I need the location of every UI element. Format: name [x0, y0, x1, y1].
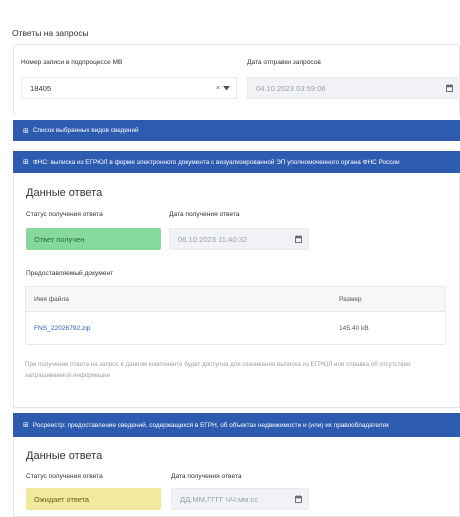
fns-status-badge: Ответ получен [26, 228, 161, 250]
fns-date-field[interactable]: 06.10.2023 11:40:32 [169, 228, 309, 250]
selected-types-bar[interactable]: ⊞ Список выбранных видов сведений [13, 120, 460, 141]
rosreestr-status-value: Ожидает ответа [34, 494, 89, 504]
document-table: Имя файла Размер FNS_22026792.zip 145.40… [25, 286, 446, 345]
calendar-icon[interactable] [446, 78, 453, 98]
send-date-value: 04.10.2023 03:59:06 [256, 83, 326, 93]
chevron-down-icon[interactable] [223, 85, 230, 91]
expand-icon: ⊞ [23, 159, 29, 166]
expand-icon: ⊞ [23, 127, 29, 135]
calendar-icon[interactable] [295, 229, 302, 249]
fns-date-value: 06.10.2023 11:40:32 [178, 234, 248, 244]
fns-status-value: Ответ получен [34, 234, 85, 244]
rosreestr-date-field[interactable]: ДД.ММ.ГГГГ ЧЧ:мм:сс [171, 488, 309, 510]
record-number-select[interactable]: 18405 × [21, 77, 237, 99]
file-link[interactable]: FNS_22026792.zip [34, 312, 90, 344]
column-size: Размер [339, 295, 362, 303]
document-table-header: Имя файла Размер [26, 287, 445, 312]
record-number-label: Номер записи в подпроцессе МВ [21, 59, 123, 66]
page-title: Ответы на запросы [12, 28, 89, 38]
rosreestr-status-badge: Ожидает ответа [26, 488, 161, 510]
calendar-icon[interactable] [295, 489, 302, 509]
send-date-label: Дата отправки запросов [247, 59, 321, 66]
rosreestr-section-label: Росреестр: предоставление сведений, соде… [32, 421, 390, 429]
send-date-field[interactable]: 04.10.2023 03:59:06 [247, 77, 460, 99]
table-row: FNS_22026792.zip 145.40 kB [26, 312, 445, 344]
fns-response-title: Данные ответа [26, 187, 103, 199]
record-number-value: 18405 [30, 83, 52, 93]
file-size: 145.40 kB [339, 324, 369, 332]
fns-section-label: ФНС: выписка из ЕГРЮЛ в форме электронно… [32, 158, 400, 166]
request-header-card: Номер записи в подпроцессе МВ 18405 × Да… [13, 44, 460, 116]
fns-date-label: Дата получения ответа [169, 211, 240, 218]
column-file-name: Имя файла [34, 295, 69, 303]
rosreestr-status-label: Статус получения ответа [26, 473, 103, 480]
fns-doc-label: Предоставляемый документ [26, 270, 114, 277]
rosreestr-section-bar[interactable]: ⊞ Росреестр: предоставление сведений, со… [13, 413, 460, 437]
fns-status-label: Статус получения ответа [26, 211, 103, 218]
clear-icon[interactable]: × [216, 85, 220, 92]
rosreestr-response-panel: Данные ответа Статус получения ответа Ож… [13, 437, 460, 517]
rosreestr-date-placeholder: ДД.ММ.ГГГГ ЧЧ:мм:сс [180, 494, 259, 504]
rosreestr-response-title: Данные ответа [26, 450, 103, 462]
rosreestr-date-label: Дата получения ответа [171, 473, 242, 480]
expand-icon: ⊞ [23, 422, 29, 429]
fns-info-note: При получении ответа на запрос в данном … [25, 361, 411, 379]
fns-section-bar[interactable]: ⊞ ФНС: выписка из ЕГРЮЛ в форме электрон… [13, 151, 460, 173]
selected-types-label: Список выбранных видов сведений [32, 127, 139, 134]
